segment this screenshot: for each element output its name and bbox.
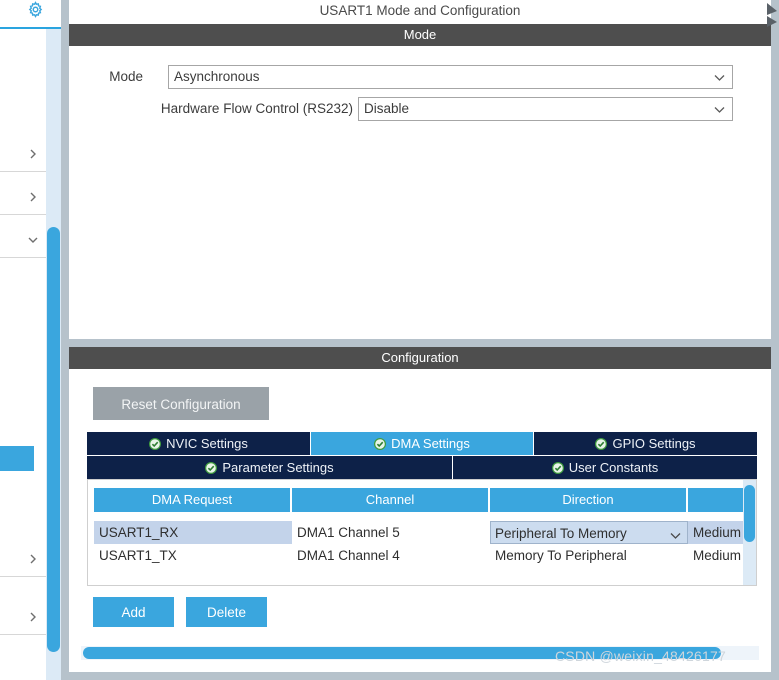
check-circle-icon [551,458,564,475]
cell-direction[interactable]: Peripheral To Memory [490,521,688,544]
cell-channel[interactable]: DMA1 Channel 4 [292,544,490,567]
check-circle-icon [374,434,387,451]
hw-flow-control-field-row: Hardware Flow Control (RS232) Disable [89,97,733,121]
mode-field-row: Mode Asynchronous [89,65,733,89]
mode-section-body: Mode Asynchronous Hardware Flow Control … [69,46,771,339]
mode-section-header: Mode [69,24,771,46]
sidebar-item-4[interactable] [0,544,46,577]
table-scrollbar-thumb[interactable] [744,485,755,542]
section-divider [69,339,771,347]
chevron-right-icon [27,611,39,623]
hw-flow-control-value: Disable [364,101,410,116]
reset-configuration-button[interactable]: Reset Configuration [93,387,269,420]
cell-channel[interactable]: DMA1 Channel 5 [292,521,490,544]
chevron-right-icon [27,148,39,160]
right-panel-handle[interactable] [771,0,779,680]
check-circle-icon [595,434,608,451]
sidebar-item-1[interactable] [0,139,46,172]
column-header-direction[interactable]: Direction [490,488,688,512]
mode-select-value: Asynchronous [174,69,260,84]
mode-select[interactable]: Asynchronous [168,65,733,89]
check-circle-icon [205,458,218,475]
hw-flow-control-label: Hardware Flow Control (RS232) [160,101,353,116]
cell-direction-value: Peripheral To Memory [495,526,627,541]
column-header-dma-request[interactable]: DMA Request [94,488,292,512]
sidebar-item-5[interactable] [0,602,46,635]
mode-field-label: Mode [109,69,143,84]
chevron-down-icon[interactable] [669,526,682,539]
tab-gpio-settings-label: GPIO Settings [612,436,696,451]
tab-nvic-settings-label: NVIC Settings [166,436,248,451]
sidebar-tree [0,29,46,680]
panel-divider [61,0,69,680]
main-pane: USART1 Mode and Configuration Mode Mode … [69,0,771,672]
tab-user-constants[interactable]: User Constants [453,456,757,479]
chevron-right-icon [27,553,39,565]
add-button[interactable]: Add [93,597,174,627]
watermark: CSDN @weixin_48426177 [555,648,726,664]
check-circle-icon [149,434,162,451]
sidebar-toolbar [0,0,61,29]
chevron-down-icon [713,103,726,116]
tab-dma-settings[interactable]: DMA Settings [311,432,534,455]
settings-tabs-row-1: NVIC Settings DMA Settings GPIO Settings [87,432,757,455]
dma-request-table: DMA Request Channel Direction USART1_RX … [87,479,757,586]
chevron-down-icon [27,234,39,246]
delete-button[interactable]: Delete [186,597,267,627]
cell-dma-request[interactable]: USART1_RX [94,521,292,544]
configuration-section-body: Reset Configuration NVIC Settings DMA Se… [69,369,771,672]
hw-flow-control-select[interactable]: Disable [358,97,733,121]
column-header-channel[interactable]: Channel [292,488,490,512]
cell-direction[interactable]: Memory To Peripheral [490,544,688,567]
cell-dma-request[interactable]: USART1_TX [94,544,292,567]
table-row[interactable]: USART1_RX DMA1 Channel 5 Peripheral To M… [88,521,756,544]
configuration-section-header: Configuration [69,347,771,369]
sidebar [0,0,61,680]
table-row[interactable]: USART1_TX DMA1 Channel 4 Memory To Perip… [88,544,756,567]
tab-dma-settings-label: DMA Settings [391,436,470,451]
cell-priority[interactable]: Medium [688,544,745,567]
page-title: USART1 Mode and Configuration [69,0,771,22]
cell-priority[interactable]: Medium [688,521,745,544]
column-header-priority[interactable] [688,488,745,512]
tab-gpio-settings[interactable]: GPIO Settings [534,432,757,455]
table-header-row: DMA Request Channel Direction [88,488,756,512]
gear-icon[interactable] [27,1,44,18]
chevron-down-icon [713,71,726,84]
settings-tabs-row-2: Parameter Settings User Constants [87,456,757,479]
sidebar-item-2[interactable] [0,182,46,215]
chevron-right-icon[interactable] [762,2,779,32]
tab-parameter-settings[interactable]: Parameter Settings [87,456,453,479]
tab-user-constants-label: User Constants [568,460,659,475]
chevron-right-icon [27,191,39,203]
sidebar-item-3[interactable] [0,225,46,258]
sidebar-selected-item[interactable] [0,446,34,471]
tab-nvic-settings[interactable]: NVIC Settings [87,432,311,455]
app-root: USART1 Mode and Configuration Mode Mode … [0,0,779,680]
tab-parameter-settings-label: Parameter Settings [222,460,334,475]
sidebar-scrollbar-thumb[interactable] [47,227,60,652]
